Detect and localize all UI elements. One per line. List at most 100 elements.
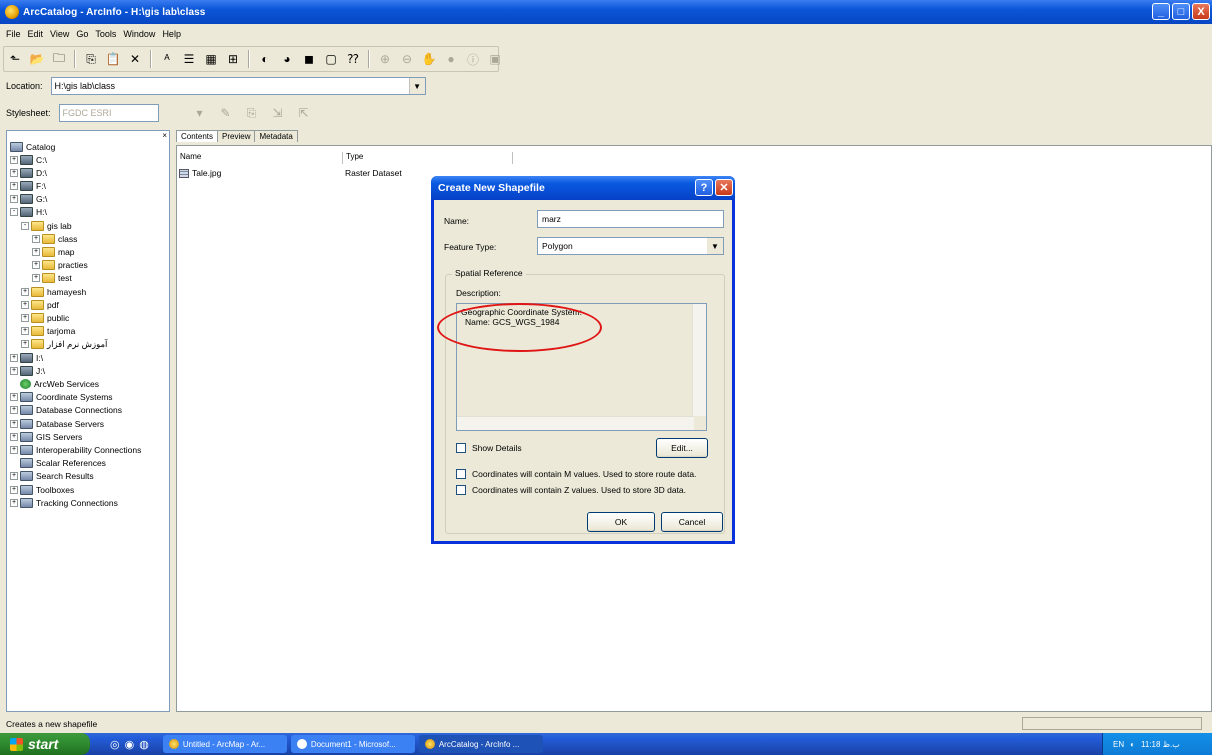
tree-item[interactable]: + C:\ (10, 153, 47, 166)
copy-icon[interactable]: ⎘ (82, 50, 100, 68)
close-button[interactable]: X (1192, 3, 1210, 20)
chevron-down-icon[interactable]: ▼ (707, 238, 723, 254)
expand-toggle-icon[interactable]: + (10, 498, 18, 507)
menu-help[interactable]: Help (162, 29, 181, 39)
taskbar-button-arcmap[interactable]: Untitled - ArcMap - Ar... (162, 735, 287, 753)
feature-type-select[interactable]: Polygon ▼ (537, 237, 724, 255)
identify-icon[interactable]: ⓘ (464, 50, 482, 68)
import-metadata-icon[interactable]: ⇲ (269, 104, 287, 122)
tree-item[interactable]: + test (32, 272, 72, 285)
tab-contents[interactable]: Contents (176, 130, 219, 142)
show-details-checkbox[interactable]: Show Details (456, 443, 522, 453)
chevron-down-icon[interactable]: ▼ (408, 78, 425, 94)
menu-tools[interactable]: Tools (95, 29, 116, 39)
list-item[interactable]: Tale.jpg Raster Dataset (179, 168, 402, 178)
name-input[interactable]: marz (537, 210, 724, 228)
tab-metadata[interactable]: Metadata (254, 130, 298, 142)
taskbar-button-word[interactable]: Document1 - Microsof... (290, 735, 415, 753)
create-thumbnail-icon[interactable]: ▣ (486, 50, 504, 68)
description-box[interactable]: Geographic Coordinate System: Name: GCS_… (456, 303, 707, 431)
horizontal-scrollbar[interactable] (457, 416, 694, 430)
whats-this-icon[interactable]: ⁇ (344, 50, 362, 68)
list-icon[interactable]: ☰ (180, 50, 198, 68)
tree-item[interactable]: + hamayesh (21, 285, 86, 298)
menu-window[interactable]: Window (123, 29, 155, 39)
delete-icon[interactable]: ✕ (126, 50, 144, 68)
expand-toggle-icon[interactable]: + (10, 485, 18, 494)
details-icon[interactable]: ▦ (202, 50, 220, 68)
tree-item[interactable]: + G:\ (10, 193, 47, 206)
thumbnails-icon[interactable]: ⊞ (224, 50, 242, 68)
tree-item[interactable]: + Search Results (10, 470, 94, 483)
m-values-checkbox[interactable]: Coordinates will contain M values. Used … (456, 469, 696, 479)
tree-item[interactable]: + Toolboxes (10, 483, 74, 496)
expand-toggle-icon[interactable]: + (10, 195, 18, 204)
window-icon[interactable]: ▢ (322, 50, 340, 68)
quick-launch-icon[interactable]: ◉ (125, 738, 135, 751)
z-values-checkbox[interactable]: Coordinates will contain Z values. Used … (456, 485, 686, 495)
quick-launch-icon[interactable]: ◎ (110, 738, 120, 751)
column-header-name[interactable]: Name (177, 152, 343, 164)
language-indicator[interactable]: EN (1113, 740, 1124, 749)
tree-item[interactable]: + Database Servers (10, 417, 104, 430)
tree-item[interactable]: ArcWeb Services (10, 377, 99, 390)
expand-toggle-icon[interactable]: + (21, 313, 29, 322)
close-icon[interactable]: × (162, 131, 167, 140)
tree-item[interactable]: - H:\ (10, 206, 47, 219)
expand-toggle-icon[interactable]: + (10, 366, 18, 375)
menu-view[interactable]: View (50, 29, 69, 39)
expand-toggle-icon[interactable]: + (10, 445, 18, 454)
catalog-tree[interactable]: Catalog + C:\ + D:\ + F:\ + G:\ - H:\ - gis lab + cla… (6, 130, 170, 712)
command-line-icon[interactable]: ◼ (300, 50, 318, 68)
menu-go[interactable]: Go (76, 29, 88, 39)
tree-item[interactable]: Scalar References (10, 457, 106, 470)
expand-toggle-icon[interactable]: + (21, 340, 29, 349)
tree-item[interactable]: + practies (32, 259, 88, 272)
expand-toggle-icon[interactable]: + (10, 472, 18, 481)
export-metadata-icon[interactable]: ⇱ (295, 104, 313, 122)
tree-item[interactable]: + map (32, 245, 75, 258)
maximize-button[interactable]: □ (1172, 3, 1190, 20)
tray-icon[interactable]: ◐ (1130, 740, 1135, 749)
arctoolbox-icon[interactable]: ◕ (278, 50, 296, 68)
paste-icon[interactable]: 📋 (104, 50, 122, 68)
dialog-close-button[interactable]: ✕ (715, 179, 733, 196)
expand-toggle-icon[interactable]: + (10, 406, 18, 415)
tree-item[interactable]: + class (32, 232, 77, 245)
minimize-button[interactable]: _ (1152, 3, 1170, 20)
expand-toggle-icon[interactable]: + (32, 274, 40, 283)
tree-item[interactable]: + آموزش نرم افزار (21, 338, 107, 351)
expand-toggle-icon[interactable]: + (32, 234, 40, 243)
window-title-bar[interactable]: ArcCatalog - ArcInfo - H:\gis lab\class … (0, 0, 1212, 24)
expand-toggle-icon[interactable]: + (10, 419, 18, 428)
chevron-down-icon[interactable]: ▾ (191, 104, 209, 122)
expand-toggle-icon[interactable]: + (10, 353, 18, 362)
tree-item[interactable]: + Database Connections (10, 404, 122, 417)
quick-launch-icon[interactable]: ◍ (139, 738, 149, 751)
metadata-properties-icon[interactable]: ⎘ (243, 104, 261, 122)
tree-item[interactable]: + Coordinate Systems (10, 391, 113, 404)
tree-item[interactable]: + Interoperability Connections (10, 443, 141, 456)
zoom-in-icon[interactable]: ⊕ (376, 50, 394, 68)
help-button[interactable]: ? (695, 179, 713, 196)
tree-item[interactable]: + GIS Servers (10, 430, 82, 443)
vertical-scrollbar[interactable] (692, 304, 706, 416)
edit-metadata-icon[interactable]: ✎ (217, 104, 235, 122)
tree-item-catalog[interactable]: Catalog (10, 140, 55, 153)
expand-toggle-icon[interactable]: + (32, 247, 40, 256)
expand-toggle-icon[interactable]: - (21, 221, 29, 230)
edit-button[interactable]: Edit... (656, 438, 708, 458)
expand-toggle-icon[interactable]: + (10, 155, 18, 164)
tree-item[interactable]: + Tracking Connections (10, 496, 118, 509)
expand-toggle-icon[interactable]: + (21, 327, 29, 336)
zoom-out-icon[interactable]: ⊖ (398, 50, 416, 68)
column-header-type[interactable]: Type (343, 152, 513, 164)
tree-item[interactable]: + J:\ (10, 364, 45, 377)
expand-toggle-icon[interactable]: + (10, 168, 18, 177)
tree-item[interactable]: + D:\ (10, 166, 47, 179)
expand-toggle-icon[interactable]: + (10, 393, 18, 402)
expand-toggle-icon[interactable]: + (32, 261, 40, 270)
tree-item[interactable]: - gis lab (21, 219, 72, 232)
expand-toggle-icon[interactable]: + (10, 181, 18, 190)
dialog-title-bar[interactable]: Create New Shapefile ? ✕ (431, 176, 735, 200)
